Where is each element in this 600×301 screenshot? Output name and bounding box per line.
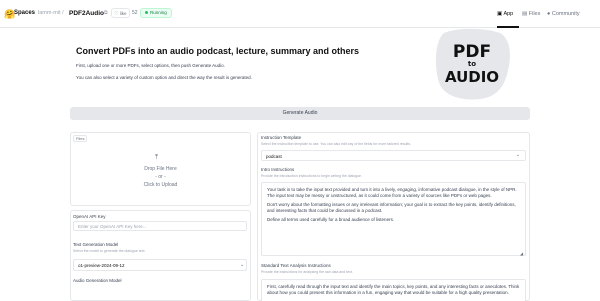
page-title: Convert PDFs into an audio podcast, lect… xyxy=(76,46,360,56)
chevron-down-icon: ⌄ xyxy=(516,152,521,158)
generate-audio-button[interactable]: Generate Audio xyxy=(70,107,530,120)
status-dot-icon xyxy=(145,11,148,15)
logo-text-pdf: PDF xyxy=(453,42,491,62)
intro-instructions-para-1: Your task is to take the input text prov… xyxy=(267,187,517,198)
repo-link[interactable]: PDF2Audio xyxy=(69,10,104,17)
tab-app[interactable]: ▣ App xyxy=(497,11,513,17)
intro-instructions-para-2: Don't worry about the formatting issues … xyxy=(267,202,516,213)
text-analysis-para: First, carefully read through the input … xyxy=(267,284,520,295)
text-model-desc: Select the model to generate the dialogu… xyxy=(73,249,146,253)
copy-icon[interactable]: ⧉ xyxy=(104,10,108,16)
intro-instructions-desc: Provide the introduction instructions to… xyxy=(261,174,362,178)
files-icon: ▤ xyxy=(522,11,528,17)
text-analysis-textarea[interactable]: First, carefully read through the input … xyxy=(261,279,526,301)
template-desc: Select the instruction template to use. … xyxy=(261,142,412,146)
like-button[interactable]: ♡ like xyxy=(111,8,130,18)
text-model-label: Text Generation Model xyxy=(73,242,119,247)
intro-paragraph-1: First, upload one or more PDFs, select o… xyxy=(76,63,225,68)
openai-key-input[interactable]: Enter your OpenAI API Key here... xyxy=(73,221,247,231)
drop-file-text: Drop File Here xyxy=(144,166,177,172)
resize-handle-icon[interactable]: ◢ xyxy=(520,251,523,256)
community-icon: ● xyxy=(547,11,551,17)
text-analysis-desc: Provide the instructions for analyzing t… xyxy=(261,270,353,274)
heart-icon: ♡ xyxy=(114,11,119,17)
intro-paragraph-2: You can also select a variety of custom … xyxy=(76,75,252,80)
audio-model-label: Audio Generation Model xyxy=(73,278,122,283)
chevron-down-icon: ⌄ xyxy=(240,262,245,268)
logo-text-to: to xyxy=(468,60,476,68)
intro-instructions-label: Intro Instructions xyxy=(261,167,295,172)
owner-link[interactable]: lamm-mit / xyxy=(38,10,64,16)
logo-text-audio: AUDIO xyxy=(445,68,499,86)
brand-link[interactable]: Spaces xyxy=(14,10,35,16)
files-tag: Files xyxy=(73,135,88,142)
text-model-select[interactable]: o1-preview-2024-09-12 xyxy=(73,259,247,271)
app-icon: ▣ xyxy=(497,11,503,17)
click-to-upload[interactable]: Click to Upload xyxy=(70,182,251,188)
template-select[interactable]: podcast xyxy=(261,150,526,161)
status-badge: Running xyxy=(140,8,172,18)
like-count[interactable]: 52 xyxy=(132,10,138,16)
tab-community[interactable]: ● Community xyxy=(547,11,580,17)
template-label: Instruction Template xyxy=(261,135,302,140)
pdf-to-audio-logo: PDF to AUDIO xyxy=(435,28,510,100)
tab-files[interactable]: ▤ Files xyxy=(522,11,540,17)
openai-key-label: OpenAI API Key xyxy=(73,214,106,219)
text-analysis-label: Standard Text Analysis Instructions xyxy=(261,263,331,268)
top-header: 🤗 Spaces lamm-mit / PDF2Audio ⧉ ♡ like 5… xyxy=(0,0,600,28)
or-separator: - or - xyxy=(155,174,166,180)
intro-instructions-para-3: Define all terms used carefully for a br… xyxy=(267,217,395,222)
upload-icon: ⤒ xyxy=(155,154,159,161)
intro-instructions-textarea[interactable]: Your task is to take the input text prov… xyxy=(261,182,526,256)
